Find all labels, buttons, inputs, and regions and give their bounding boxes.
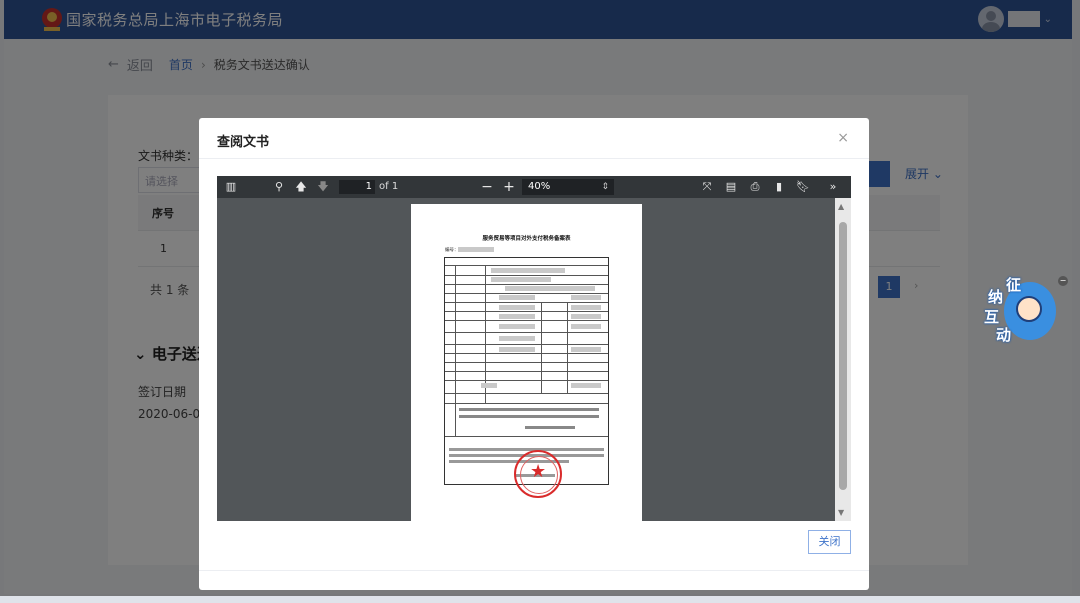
- star-icon: ★: [530, 461, 547, 482]
- page-number-input[interactable]: 1: [339, 180, 375, 194]
- document-number: 编号：: [445, 247, 459, 253]
- open-file-icon[interactable]: ▤: [723, 176, 739, 198]
- modal-title: 查阅文书: [217, 135, 270, 150]
- redacted-field: [571, 295, 601, 300]
- presentation-mode-icon[interactable]: ⤧: [699, 176, 715, 198]
- bookmark-icon[interactable]: 🔖︎: [795, 176, 811, 198]
- document-form-table: [444, 257, 609, 485]
- redacted-number: [458, 247, 494, 252]
- download-icon[interactable]: ▮: [771, 176, 787, 198]
- redacted-field: [499, 347, 535, 352]
- print-icon[interactable]: ⎙: [747, 176, 763, 198]
- zoom-value: 40%: [528, 181, 551, 192]
- zoom-in-icon[interactable]: +: [501, 176, 517, 198]
- redacted-field: [571, 305, 601, 310]
- pdf-toolbar: ▥ ⚲ 🡅 🡇 1 of 1 − + 40% ⇕ ⤧ ▤ ⎙ ▮ 🔖︎ »: [217, 176, 851, 198]
- scrollbar-thumb[interactable]: [839, 222, 847, 490]
- redacted-field: [499, 305, 535, 310]
- modal-header: 查阅文书 ×: [199, 118, 869, 159]
- declaration-text: [459, 408, 599, 411]
- close-icon[interactable]: ×: [837, 130, 849, 146]
- scroll-up-icon[interactable]: ▲: [838, 202, 844, 211]
- zoom-out-icon[interactable]: −: [479, 176, 495, 198]
- document-title: 服务贸易等项目对外支付税务备案表: [482, 236, 571, 242]
- redacted-field: [491, 268, 565, 273]
- redacted-field: [571, 324, 601, 329]
- declaration-text: [525, 426, 575, 429]
- declaration-text: [459, 415, 599, 418]
- search-icon[interactable]: ⚲: [271, 176, 287, 198]
- modal-footer-divider: [199, 570, 869, 571]
- assistant-avatar-icon[interactable]: [1016, 296, 1042, 322]
- redacted-field: [491, 277, 551, 282]
- redacted-field: [499, 324, 535, 329]
- assistant-char: 动: [996, 326, 1012, 344]
- document-modal: 查阅文书 × ▥ ⚲ 🡅 🡇 1 of 1 − + 40% ⇕ ⤧ ▤ ⎙ ▮ …: [199, 118, 869, 590]
- vertical-scrollbar[interactable]: ▲ ▼: [835, 198, 851, 521]
- chevron-down-icon: ⇕: [601, 182, 609, 192]
- zoom-select[interactable]: 40% ⇕: [522, 179, 614, 195]
- redacted-field: [571, 383, 601, 388]
- bottom-strip: [0, 596, 1080, 603]
- assistant-char: 纳: [988, 288, 1004, 306]
- notes-text: [449, 448, 604, 451]
- redacted-field: [571, 347, 601, 352]
- official-seal-stamp: ★: [514, 450, 562, 498]
- page-count: of 1: [379, 181, 399, 192]
- redacted-field: [499, 336, 535, 341]
- assistant-widget[interactable]: 征 纳 互 动 −: [980, 276, 1068, 346]
- document-number-label: 编号：: [445, 248, 459, 253]
- scroll-down-icon[interactable]: ▼: [838, 508, 844, 517]
- sidebar-toggle-icon[interactable]: ▥: [223, 176, 239, 198]
- pdf-page: 服务贸易等项目对外支付税务备案表 编号： ★: [411, 204, 642, 521]
- redacted-field: [481, 383, 497, 388]
- more-tools-icon[interactable]: »: [825, 176, 841, 198]
- assistant-char: 征: [1006, 276, 1022, 294]
- pdf-viewer[interactable]: ▥ ⚲ 🡅 🡇 1 of 1 − + 40% ⇕ ⤧ ▤ ⎙ ▮ 🔖︎ » 服务…: [217, 176, 851, 521]
- redacted-field: [499, 314, 535, 319]
- redacted-field: [571, 314, 601, 319]
- close-button[interactable]: 关闭: [808, 530, 851, 554]
- redacted-field: [505, 286, 595, 291]
- next-page-icon[interactable]: 🡇: [315, 176, 331, 198]
- previous-page-icon[interactable]: 🡅: [293, 176, 309, 198]
- minimize-icon[interactable]: −: [1058, 276, 1068, 286]
- redacted-field: [499, 295, 535, 300]
